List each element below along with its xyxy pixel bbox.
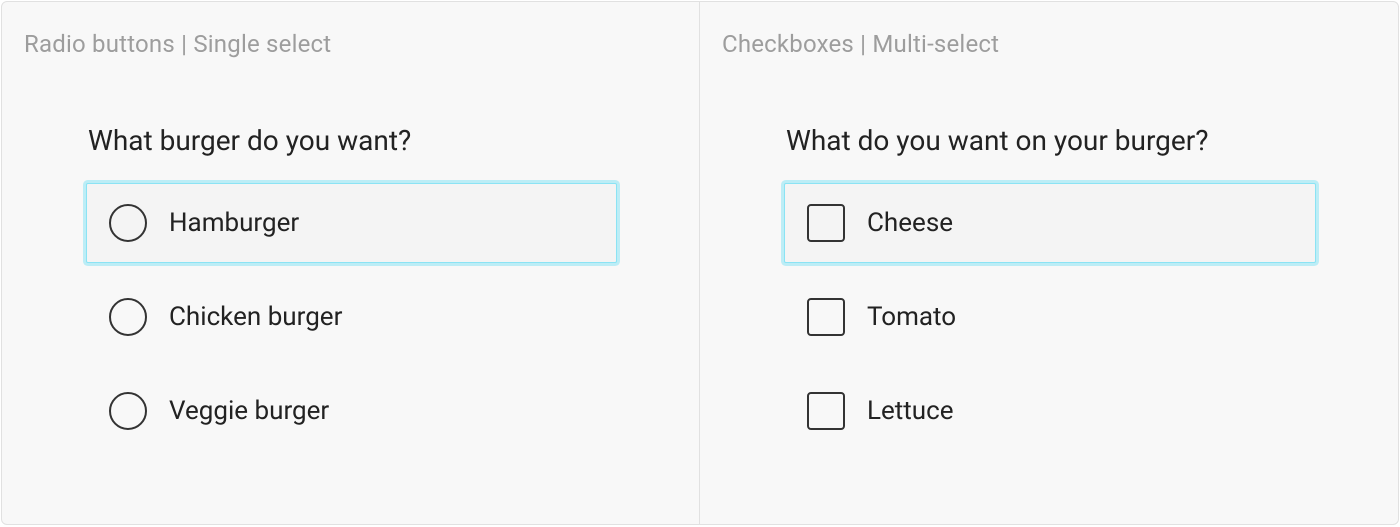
radio-question: What burger do you want? [88,124,617,157]
checkbox-option-label: Cheese [867,208,953,238]
checkbox-option-label: Tomato [867,302,956,332]
radio-option-hamburger[interactable]: Hamburger [86,183,617,263]
checkbox-option-tomato[interactable]: Tomato [784,277,1316,357]
checkbox-options: Cheese Tomato Lettuce [784,183,1316,451]
checkbox-option-label: Lettuce [867,396,954,426]
radio-options: Hamburger Chicken burger Veggie burger [86,183,617,451]
radio-panel-label: Radio buttons | Single select [24,30,677,58]
checkbox-panel-label: Checkboxes | Multi-select [722,30,1376,58]
radio-group: What burger do you want? Hamburger Chick… [24,124,677,451]
radio-icon [109,204,147,242]
radio-option-label: Hamburger [169,208,299,238]
checkbox-icon [807,298,845,336]
radio-option-veggie-burger[interactable]: Veggie burger [86,371,617,451]
checkbox-group: What do you want on your burger? Cheese … [722,124,1376,451]
checkbox-option-lettuce[interactable]: Lettuce [784,371,1316,451]
checkbox-question: What do you want on your burger? [786,124,1316,157]
checkbox-panel: Checkboxes | Multi-select What do you wa… [700,2,1398,524]
radio-option-chicken-burger[interactable]: Chicken burger [86,277,617,357]
radio-option-label: Veggie burger [169,396,329,426]
radio-icon [109,392,147,430]
checkbox-icon [807,392,845,430]
radio-icon [109,298,147,336]
radio-option-label: Chicken burger [169,302,342,332]
checkbox-option-cheese[interactable]: Cheese [784,183,1316,263]
example-container: Radio buttons | Single select What burge… [1,1,1399,525]
radio-panel: Radio buttons | Single select What burge… [2,2,700,524]
checkbox-icon [807,204,845,242]
